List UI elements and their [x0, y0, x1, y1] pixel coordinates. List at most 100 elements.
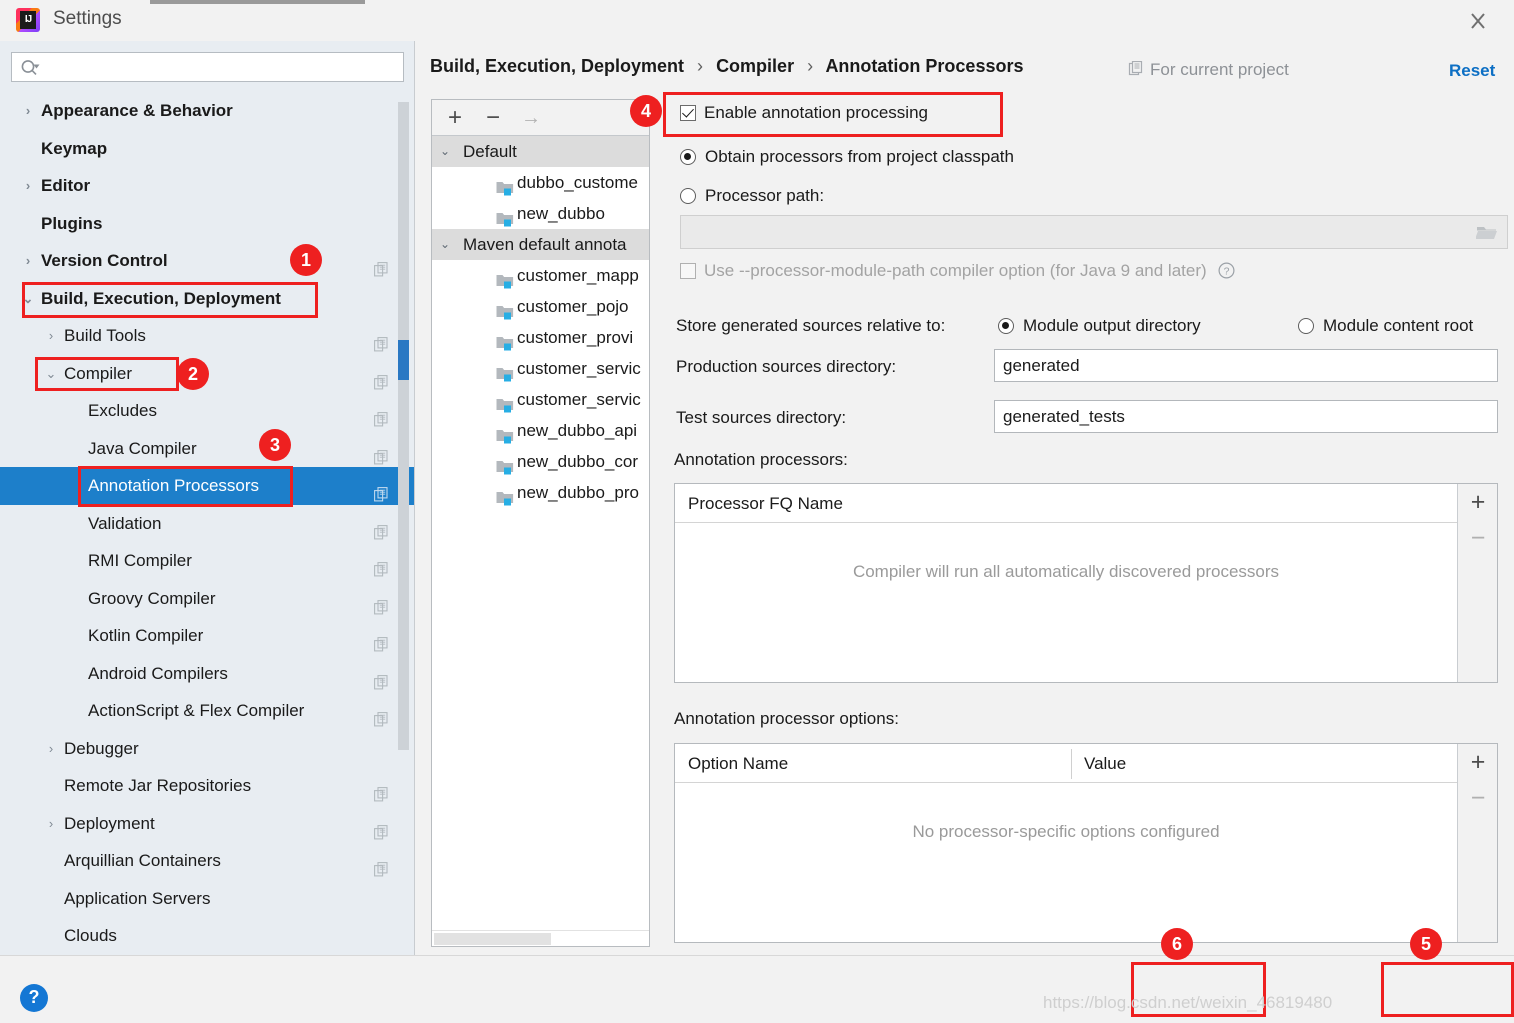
breadcrumb-part-1[interactable]: Build, Execution, Deployment: [430, 56, 684, 76]
sidebar-item-excludes[interactable]: Excludes: [0, 392, 414, 430]
module-row[interactable]: customer_pojo: [432, 291, 649, 322]
sidebar-item-annotation-processors[interactable]: Annotation Processors: [0, 467, 414, 505]
close-icon[interactable]: [1464, 8, 1492, 34]
sidebar-item-android-compilers[interactable]: Android Compilers: [0, 655, 414, 693]
enable-annotation-processing-row[interactable]: Enable annotation processing: [680, 103, 928, 123]
reset-link[interactable]: Reset: [1449, 61, 1495, 81]
copy-settings-icon[interactable]: [374, 478, 388, 502]
column-header-option-name[interactable]: Option Name: [675, 744, 788, 783]
remove-profile-button[interactable]: −: [478, 104, 508, 132]
processor-module-path-checkbox[interactable]: [680, 263, 696, 279]
copy-settings-icon[interactable]: [374, 703, 388, 727]
folder-icon[interactable]: [1475, 223, 1498, 242]
module-group-row[interactable]: ⌄ Default: [432, 136, 649, 167]
module-row[interactable]: new_dubbo: [432, 198, 649, 229]
sidebar-item-plugins[interactable]: Plugins: [0, 205, 414, 243]
sidebar-item-validation[interactable]: Validation: [0, 505, 414, 543]
module-output-directory-radio[interactable]: [998, 318, 1014, 334]
chevron-right-icon[interactable]: ›: [41, 730, 61, 768]
column-header-processor-fq-name[interactable]: Processor FQ Name: [675, 484, 843, 523]
copy-settings-icon[interactable]: [374, 516, 388, 539]
module-group-row[interactable]: ⌄ Maven default annota: [432, 229, 649, 260]
module-list-hscrollbar[interactable]: [432, 930, 649, 946]
module-row[interactable]: customer_servic: [432, 353, 649, 384]
module-list-hscrollbar-thumb[interactable]: [434, 933, 551, 945]
processor-path-input[interactable]: [680, 215, 1508, 249]
sidebar-item-application-servers[interactable]: Application Servers: [0, 880, 414, 918]
chevron-down-icon[interactable]: ⌄: [18, 280, 38, 318]
move-to-profile-button[interactable]: →: [516, 104, 546, 132]
sidebar-item-groovy-compiler[interactable]: Groovy Compiler: [0, 580, 414, 618]
column-header-value[interactable]: Value: [1071, 744, 1126, 783]
copy-settings-icon[interactable]: [374, 328, 388, 352]
test-sources-input[interactable]: [994, 400, 1498, 433]
module-content-root-radio[interactable]: [1298, 318, 1314, 334]
sidebar-item-keymap[interactable]: Keymap: [0, 130, 414, 168]
sidebar-item-remote-jar-repositories[interactable]: Remote Jar Repositories: [0, 767, 414, 805]
sidebar-item-version-control[interactable]: › Version Control: [0, 242, 414, 280]
add-processor-button[interactable]: +: [1458, 488, 1498, 517]
sidebar-item-clouds[interactable]: Clouds: [0, 917, 414, 955]
sidebar-item-build-execution-deployment[interactable]: ⌄ Build, Execution, Deployment: [0, 280, 414, 318]
module-row[interactable]: customer_provi: [432, 322, 649, 353]
processor-path-radio[interactable]: [680, 188, 696, 204]
processor-path-row[interactable]: Processor path:: [680, 186, 824, 206]
chevron-down-icon[interactable]: ⌄: [440, 229, 456, 260]
remove-processor-button[interactable]: −: [1458, 524, 1498, 553]
store-module-output-row[interactable]: Module output directory: [998, 316, 1201, 336]
annotation-processors-side-toolbar: + −: [1457, 484, 1497, 682]
add-profile-button[interactable]: +: [440, 104, 470, 132]
sidebar-item-kotlin-compiler[interactable]: Kotlin Compiler: [0, 617, 414, 655]
chevron-down-icon[interactable]: ⌄: [440, 136, 456, 167]
copy-settings-icon[interactable]: [374, 628, 388, 652]
copy-settings-icon[interactable]: [374, 591, 388, 614]
search-box[interactable]: [11, 52, 404, 82]
search-input[interactable]: [46, 55, 396, 79]
remove-option-button[interactable]: −: [1458, 784, 1498, 813]
processor-module-path-row[interactable]: Use --processor-module-path compiler opt…: [680, 261, 1235, 281]
sidebar-item-rmi-compiler[interactable]: RMI Compiler: [0, 542, 414, 580]
production-sources-input[interactable]: [994, 349, 1498, 382]
copy-settings-icon[interactable]: [374, 403, 388, 427]
chevron-right-icon[interactable]: ›: [41, 805, 61, 843]
sidebar-item-actionscript-flex-compiler[interactable]: ActionScript & Flex Compiler: [0, 692, 414, 730]
chevron-right-icon[interactable]: ›: [18, 242, 38, 280]
obtain-from-classpath-row[interactable]: Obtain processors from project classpath: [680, 147, 1014, 167]
breadcrumb-part-2[interactable]: Compiler: [716, 56, 794, 76]
module-row[interactable]: new_dubbo_api: [432, 415, 649, 446]
copy-settings-icon[interactable]: [374, 853, 388, 877]
test-sources-label: Test sources directory:: [676, 408, 847, 427]
obtain-from-classpath-radio[interactable]: [680, 149, 696, 165]
sidebar-item-arquillian-containers[interactable]: Arquillian Containers: [0, 842, 414, 880]
add-option-button[interactable]: +: [1458, 748, 1498, 777]
enable-annotation-processing-checkbox[interactable]: [680, 105, 696, 121]
copy-settings-icon[interactable]: [374, 778, 388, 802]
chevron-right-icon[interactable]: ›: [41, 317, 61, 355]
copy-settings-icon[interactable]: [374, 816, 388, 839]
module-row[interactable]: customer_servic: [432, 384, 649, 415]
module-row[interactable]: new_dubbo_pro: [432, 477, 649, 508]
chevron-down-icon[interactable]: ⌄: [41, 355, 61, 393]
sidebar-item-debugger[interactable]: › Debugger: [0, 730, 414, 768]
copy-settings-icon[interactable]: [374, 441, 388, 464]
module-row[interactable]: new_dubbo_cor: [432, 446, 649, 477]
sidebar-scrollbar[interactable]: [398, 102, 409, 750]
chevron-right-icon[interactable]: ›: [18, 167, 38, 205]
copy-settings-icon[interactable]: [374, 666, 388, 689]
module-row[interactable]: customer_mapp: [432, 260, 649, 291]
chevron-right-icon[interactable]: ›: [18, 92, 38, 130]
sidebar-item-java-compiler[interactable]: Java Compiler: [0, 430, 414, 468]
sidebar-item-build-tools[interactable]: › Build Tools: [0, 317, 414, 355]
copy-settings-icon[interactable]: [374, 553, 388, 577]
copy-settings-icon[interactable]: [374, 366, 388, 389]
sidebar-item-editor[interactable]: › Editor: [0, 167, 414, 205]
sidebar-item-appearance-behavior[interactable]: › Appearance & Behavior: [0, 92, 414, 130]
sidebar-scrollbar-thumb[interactable]: [398, 340, 409, 380]
question-mark-icon[interactable]: ?: [1218, 261, 1235, 280]
store-content-root-row[interactable]: Module content root: [1298, 316, 1473, 336]
sidebar-item-compiler[interactable]: ⌄ Compiler: [0, 355, 414, 393]
help-icon[interactable]: ?: [20, 984, 48, 1012]
copy-settings-icon[interactable]: [374, 253, 388, 277]
module-row[interactable]: dubbo_custome: [432, 167, 649, 198]
sidebar-item-deployment[interactable]: › Deployment: [0, 805, 414, 843]
